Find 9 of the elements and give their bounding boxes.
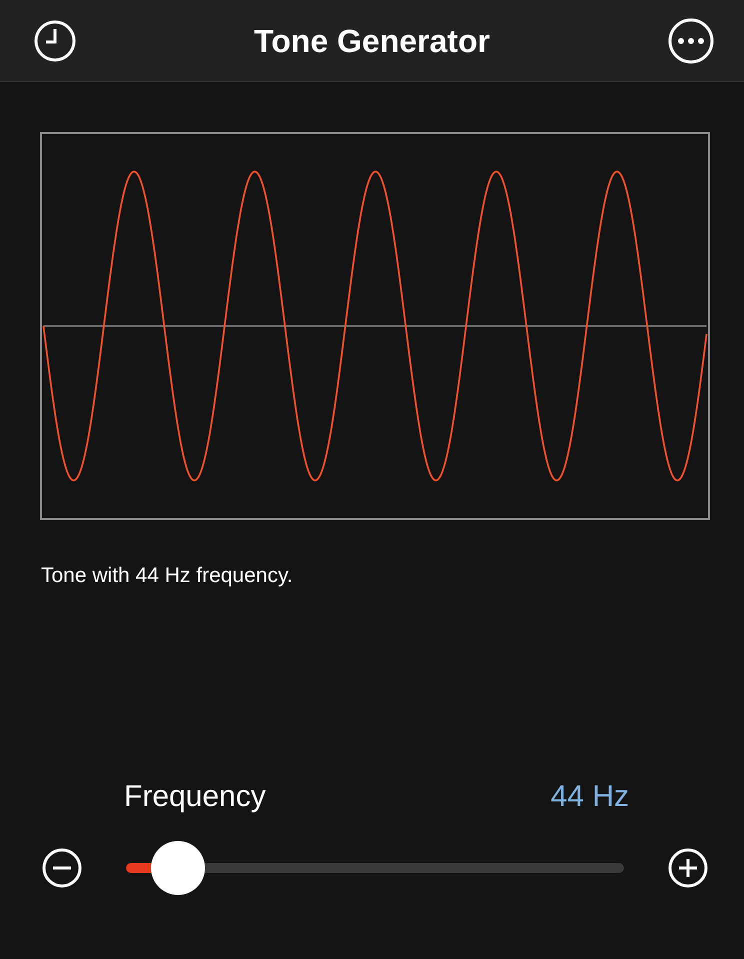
tone-description: Tone with 44 Hz frequency. [41,563,294,589]
frequency-slider[interactable] [126,840,624,894]
frequency-value: 44 Hz [550,778,629,814]
clock-icon[interactable] [34,20,76,62]
screen-title: Tone Generator [254,22,490,60]
minus-icon[interactable] [42,848,82,888]
more-icon[interactable] [668,18,714,64]
plus-icon[interactable] [668,848,708,888]
frequency-label: Frequency [124,778,266,814]
